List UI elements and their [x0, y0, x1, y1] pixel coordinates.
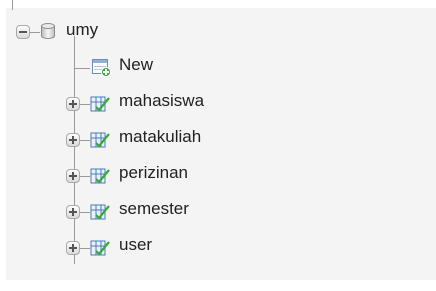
table-name-link[interactable]: matakuliah [119, 127, 201, 147]
database-icon [40, 23, 56, 41]
expand-table-button[interactable] [66, 241, 80, 255]
table-icon [90, 168, 110, 184]
tree-line-top [12, 0, 13, 10]
table-name-link[interactable]: semester [119, 199, 189, 219]
new-table-link[interactable]: New [119, 55, 153, 75]
minus-icon [19, 31, 27, 33]
tree-line-table-0 [80, 104, 90, 105]
expand-table-button[interactable] [66, 133, 80, 147]
table-icon [90, 204, 110, 220]
new-table-icon[interactable] [92, 58, 112, 78]
database-name-link[interactable]: umy [66, 20, 98, 40]
table-name-link[interactable]: perizinan [119, 163, 188, 183]
tree-line-table-2 [80, 176, 90, 177]
expand-table-button[interactable] [66, 205, 80, 219]
tree-line-table-1 [80, 140, 90, 141]
tree-line-db-children [74, 36, 75, 264]
table-icon [90, 132, 110, 148]
table-icon [90, 96, 110, 112]
tree-line-table-3 [80, 212, 90, 213]
table-icon [90, 240, 110, 256]
tree-line-new [74, 68, 90, 69]
table-name-link[interactable]: user [119, 235, 152, 255]
tree-line-db [30, 32, 40, 33]
navigation-tree-panel: umy New mahasiswa matakuliah perizinan s… [6, 0, 436, 280]
expand-table-button[interactable] [66, 169, 80, 183]
tree-line-table-4 [80, 248, 90, 249]
collapse-database-button[interactable] [16, 25, 30, 39]
table-name-link[interactable]: mahasiswa [119, 91, 204, 111]
expand-table-button[interactable] [66, 97, 80, 111]
